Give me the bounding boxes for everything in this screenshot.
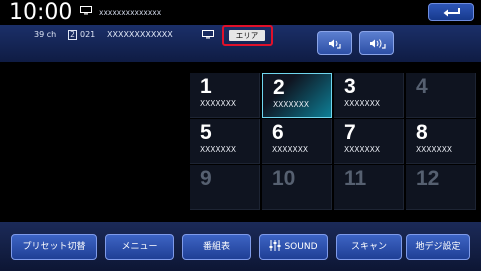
preset-button-2[interactable]: 2 XXXXXXX (262, 73, 332, 118)
tv-monitor-icon (80, 6, 92, 15)
preset-number: 9 (200, 167, 212, 190)
preset-station: XXXXXXX (344, 145, 380, 154)
preset-grid: 1 XXXXXXX 2 XXXXXXX 3 XXXXXXX 4 5 XXXXXX… (190, 73, 476, 211)
preset-button-6[interactable]: 6 XXXXXXX (262, 119, 332, 164)
preset-station: XXXXXXX (344, 99, 380, 108)
preset-number: 2 (273, 76, 285, 99)
preset-button-1[interactable]: 1 XXXXXXX (190, 73, 260, 118)
area-badge[interactable]: エリア (229, 30, 265, 41)
scan-button[interactable]: スキャン (336, 234, 402, 260)
preset-number: 10 (272, 167, 296, 190)
preset-button-9[interactable]: 9 (190, 165, 260, 210)
preset-station: XXXXXXX (272, 145, 308, 154)
menu-button[interactable]: メニュー (105, 234, 174, 260)
preset-button-7[interactable]: 7 XXXXXXX (334, 119, 404, 164)
audio-switch-right-button[interactable] (359, 31, 394, 55)
preset-station: XXXXXXX (273, 100, 309, 109)
status-bar: 10:00 xxxxxxxxxxxxxx (0, 0, 481, 25)
bottom-menu-bar: プリセット切替 メニュー 番組表 SOUND スキャン 地デジ設定 (0, 222, 481, 271)
preset-number: 8 (416, 121, 428, 144)
multi-channel-index: 2 (68, 30, 77, 40)
preset-button-5[interactable]: 5 XXXXXXX (190, 119, 260, 164)
preset-number: 11 (344, 167, 367, 190)
current-station-name: xxxxxxxxxxxxxx (99, 8, 162, 17)
digital-tv-settings-button[interactable]: 地デジ設定 (406, 234, 470, 260)
preset-switch-button[interactable]: プリセット切替 (11, 234, 97, 260)
preset-button-12[interactable]: 12 (406, 165, 476, 210)
preset-button-10[interactable]: 10 (262, 165, 332, 210)
preset-number: 1 (200, 75, 212, 98)
preset-number: 3 (344, 75, 356, 98)
preset-button-3[interactable]: 3 XXXXXXX (334, 73, 404, 118)
preset-number: 12 (416, 167, 440, 190)
preset-number: 4 (416, 75, 428, 98)
channel-station-name: XXXXXXXXXXXX (107, 30, 173, 39)
return-arrow-icon (443, 8, 460, 17)
sound-button-label: SOUND (284, 242, 318, 252)
channel-number: 39 ch (34, 30, 57, 39)
clock: 10:00 (9, 0, 73, 25)
preset-station: XXXXXXX (200, 99, 236, 108)
preset-station: XXXXXXX (200, 145, 236, 154)
sound-button[interactable]: SOUND (259, 234, 328, 260)
preset-button-4[interactable]: 4 (406, 73, 476, 118)
preset-number: 6 (272, 121, 284, 144)
program-guide-button[interactable]: 番組表 (182, 234, 251, 260)
channel-info-bar: 39 ch 2 021 XXXXXXXXXXXX エリア (0, 25, 481, 62)
preset-station: XXXXXXX (416, 145, 452, 154)
tv-monitor-icon (202, 30, 214, 39)
audio-switch-right-icon (370, 39, 386, 49)
audio-switch-left-icon (329, 39, 341, 49)
service-code: 021 (80, 30, 96, 39)
audio-switch-left-button[interactable] (317, 31, 352, 55)
preset-number: 7 (344, 121, 356, 144)
preset-button-11[interactable]: 11 (334, 165, 404, 210)
preset-number: 5 (200, 121, 212, 144)
preset-button-8[interactable]: 8 XXXXXXX (406, 119, 476, 164)
equalizer-icon (269, 240, 281, 251)
back-button[interactable] (428, 3, 474, 21)
